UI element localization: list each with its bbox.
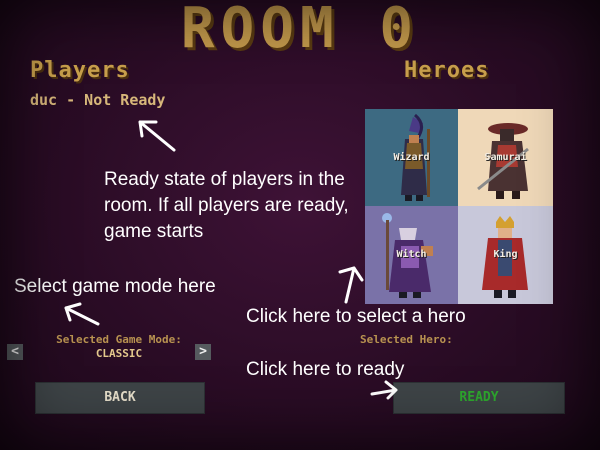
hero-king-label: King <box>493 249 518 260</box>
arrow-to-mode-icon <box>64 302 100 326</box>
hero-witch-label: Witch <box>396 249 427 260</box>
hero-grid: Wizard Samurai Witch King <box>365 109 553 304</box>
select-hero-annotation: Click here to select a hero <box>246 306 466 327</box>
next-mode-button[interactable]: > <box>195 344 211 360</box>
ready-state-annotation: Ready state of players in the room. If a… <box>104 169 349 242</box>
players-heading: Players <box>30 58 130 83</box>
hero-samurai[interactable]: Samurai <box>458 109 553 206</box>
click-ready-annotation: Click here to ready <box>246 359 405 380</box>
hero-witch[interactable]: Witch <box>365 206 458 304</box>
back-button[interactable]: BACK <box>35 382 205 414</box>
prev-mode-button[interactable]: < <box>7 344 23 360</box>
select-mode-annotation: Select game mode here <box>14 276 216 297</box>
hero-samurai-label: Samurai <box>484 152 527 163</box>
game-mode-label: Selected Game Mode: <box>56 333 182 346</box>
arrow-to-status-icon <box>138 120 176 152</box>
hero-king[interactable]: King <box>458 206 553 304</box>
hero-wizard[interactable]: Wizard <box>365 109 458 206</box>
ready-button[interactable]: READY <box>393 382 565 414</box>
arrow-to-ready-icon <box>370 380 398 400</box>
room-title: ROOM 0 <box>180 0 420 61</box>
game-mode-value: CLASSIC <box>95 347 143 360</box>
hero-wizard-label: Wizard <box>393 152 430 163</box>
player-ready-status: duc - Not Ready <box>30 91 166 109</box>
heroes-heading: Heroes <box>404 58 490 83</box>
selected-hero-label: Selected Hero: <box>360 333 453 346</box>
arrow-to-hero-icon <box>338 266 364 304</box>
